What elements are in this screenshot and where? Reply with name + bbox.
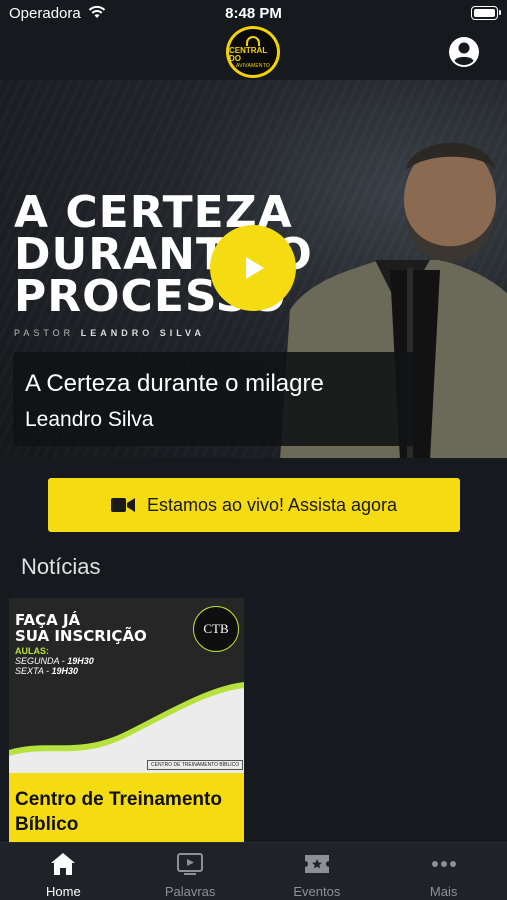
- news-card[interactable]: FAÇA JÁ SUA INSCRIÇÃO AULAS: SEGUNDA - 1…: [9, 598, 244, 842]
- news-footer-tag: CENTRO DE TREINAMENTO BÍBLICO: [147, 760, 244, 770]
- news-title: Centro de Treinamento Bíblico: [15, 789, 222, 835]
- clock: 8:48 PM: [225, 5, 282, 22]
- tv-play-icon: [177, 853, 204, 875]
- app-header: CENTRAL DO AVIVAMENTO: [0, 26, 507, 80]
- video-camera-icon: [110, 498, 135, 512]
- tab-eventos[interactable]: Eventos: [254, 843, 381, 900]
- watch-live-label: Estamos ao vivo! Assista agora: [146, 494, 398, 515]
- schedule-time: 19H30: [51, 666, 79, 676]
- schedule-day: SEGUNDA: [15, 656, 60, 666]
- tab-home[interactable]: Home: [0, 843, 127, 900]
- tab-label: Eventos: [293, 884, 341, 899]
- logo-mark-icon: [246, 35, 260, 46]
- logo-text-line1: CENTRAL DO: [229, 45, 268, 63]
- poster-pastor: PASTOR LEANDRO SILVA: [14, 328, 205, 338]
- tab-label: Home: [46, 884, 81, 899]
- news-aulas-label: AULAS:: [15, 646, 49, 656]
- tab-bar: Home Palavras Eventos Mais: [0, 842, 507, 900]
- schedule-time: 19H30: [67, 656, 94, 666]
- home-icon: [51, 853, 76, 875]
- news-caption: Centro de Treinamento Bíblico: [9, 773, 244, 842]
- tab-label: Palavras: [164, 884, 216, 899]
- news-schedule: SEGUNDA - 19H30 SEXTA - 19H30: [15, 656, 94, 676]
- news-section-title: Notícias: [21, 554, 101, 579]
- tab-palavras[interactable]: Palavras: [127, 843, 254, 900]
- play-icon: [246, 257, 264, 279]
- profile-icon[interactable]: [448, 36, 480, 68]
- poster-pastor-name: LEANDRO SILVA: [80, 328, 205, 338]
- logo-text-line2: AVIVAMENTO: [236, 62, 270, 69]
- news-headline-line: SUA INSCRIÇÃO: [15, 627, 147, 645]
- featured-sermon[interactable]: A CERTEZA DURANTE O PROCESSO PASTOR LEAN…: [0, 80, 507, 458]
- news-headline-line: FAÇA JÁ: [15, 611, 81, 629]
- news-image: FAÇA JÁ SUA INSCRIÇÃO AULAS: SEGUNDA - 1…: [9, 598, 244, 773]
- news-wave-graphic: [9, 682, 244, 773]
- battery-icon: [471, 6, 501, 20]
- watch-live-button[interactable]: Estamos ao vivo! Assista agora: [48, 478, 460, 532]
- more-dots-icon: [431, 861, 456, 867]
- app-logo: CENTRAL DO AVIVAMENTO: [226, 26, 280, 78]
- play-button[interactable]: [210, 225, 296, 311]
- sermon-speaker: Leandro Silva: [25, 408, 154, 431]
- sermon-title: A Certeza durante o milagre: [25, 370, 324, 397]
- ctb-badge: CTB: [193, 606, 239, 652]
- ticket-star-icon: [304, 855, 329, 873]
- poster-pastor-prefix: PASTOR: [14, 328, 75, 338]
- tab-mais[interactable]: Mais: [380, 843, 507, 900]
- news-image-headline: FAÇA JÁ SUA INSCRIÇÃO: [15, 612, 147, 644]
- tab-label: Mais: [429, 884, 458, 899]
- schedule-day: SEXTA: [15, 666, 44, 676]
- sermon-caption: A Certeza durante o milagre Leandro Silv…: [13, 352, 421, 446]
- status-bar: Operadora 8:48 PM: [0, 0, 507, 26]
